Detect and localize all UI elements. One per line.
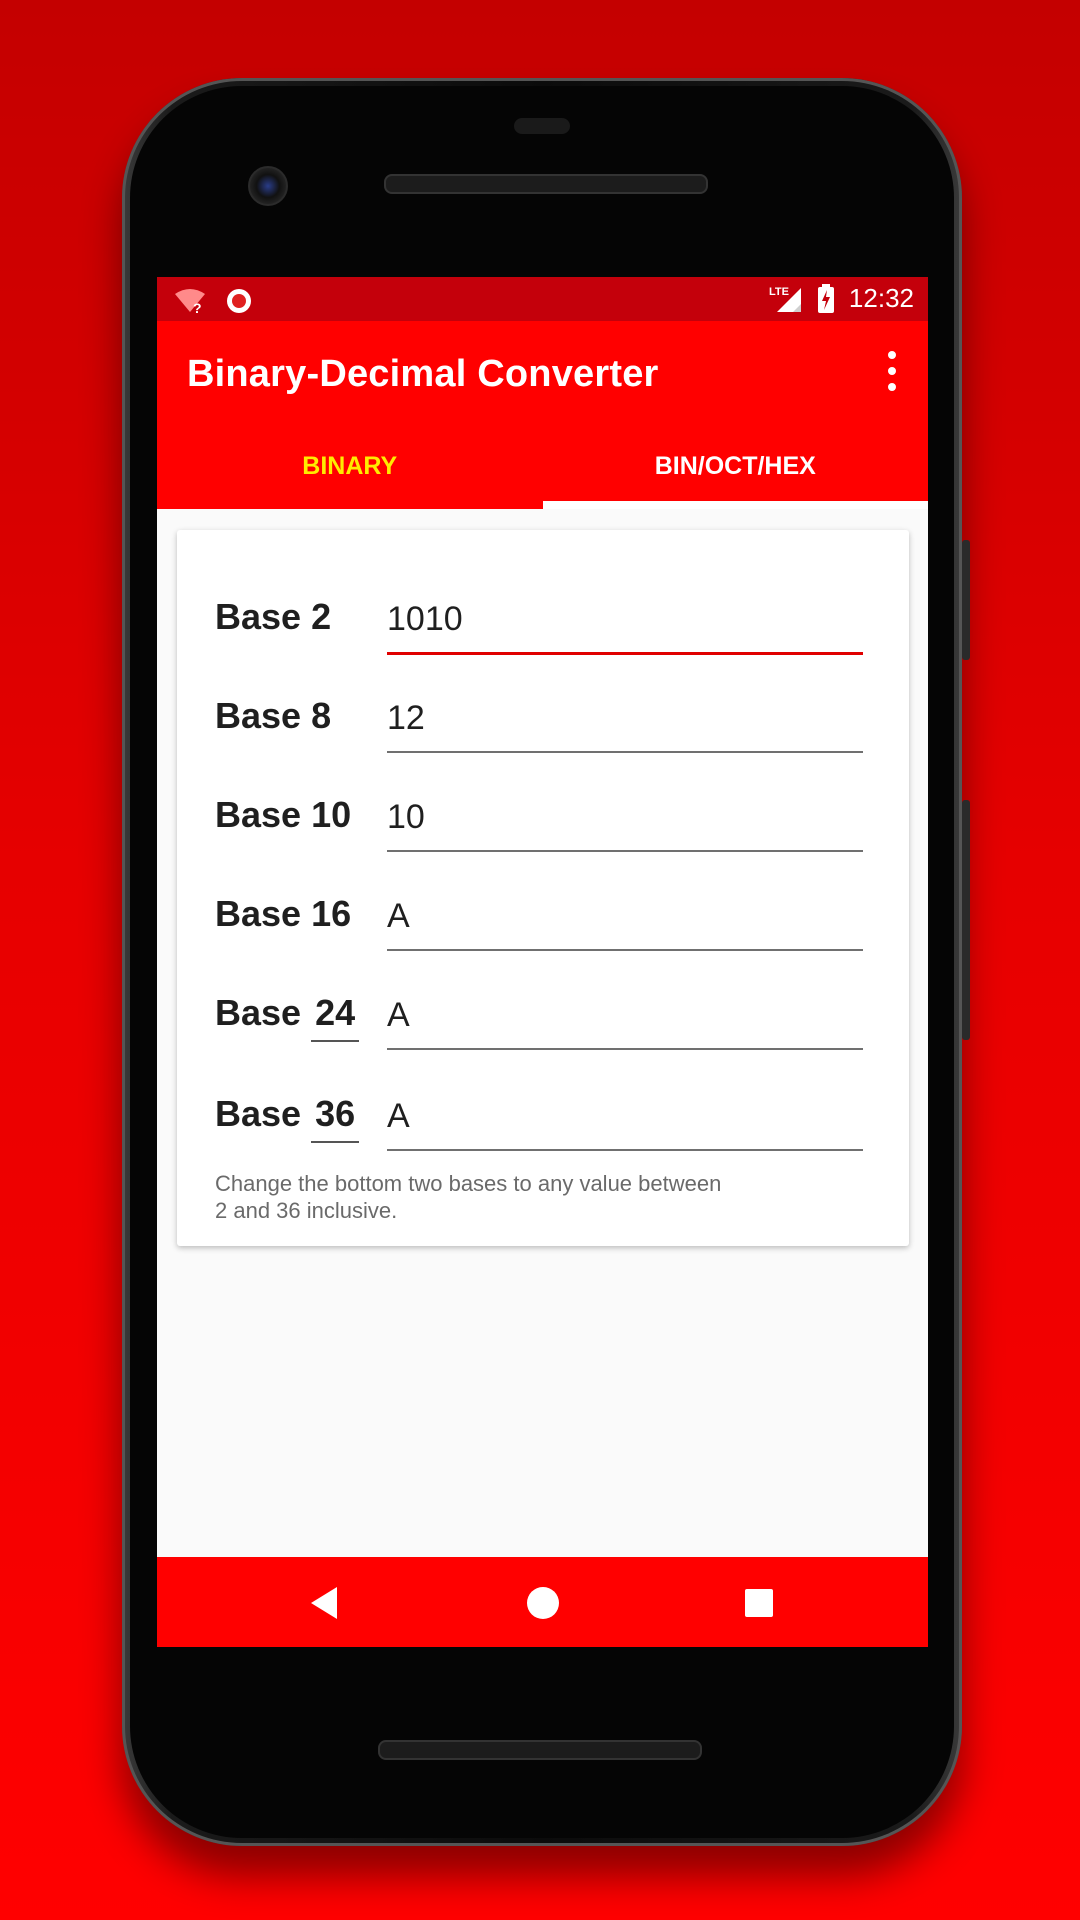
custom-base-2-row: Base 36 bbox=[215, 1071, 863, 1151]
svg-text:LTE: LTE bbox=[769, 286, 789, 298]
custom-base-1-input[interactable]: 24 bbox=[311, 992, 360, 1042]
proximity-sensor bbox=[514, 118, 570, 134]
base-16-row: Base 16 bbox=[215, 871, 863, 951]
custom-base-1-label: Base 24 bbox=[215, 992, 360, 1042]
back-icon[interactable] bbox=[311, 1587, 337, 1619]
custom-base-2-label: Base 36 bbox=[215, 1093, 360, 1143]
tab-bin-oct-hex[interactable]: BIN/OCT/HEX bbox=[542, 423, 929, 509]
recent-apps-icon[interactable] bbox=[745, 1589, 773, 1617]
custom-base-2-value-input[interactable] bbox=[387, 1089, 863, 1151]
base-2-input[interactable] bbox=[387, 592, 863, 655]
earpiece-speaker bbox=[384, 174, 708, 194]
navigation-bar bbox=[157, 1557, 928, 1647]
bottom-speaker bbox=[378, 1740, 702, 1760]
custom-base-2-input[interactable]: 36 bbox=[311, 1093, 360, 1143]
custom-base-1-row: Base 24 bbox=[215, 970, 863, 1050]
help-text: Change the bottom two bases to any value… bbox=[215, 1170, 775, 1224]
converter-card: Base2 Base8 Base10 Base16 Base24 bbox=[177, 530, 909, 1246]
battery-charging-icon bbox=[817, 283, 834, 313]
volume-button bbox=[962, 800, 970, 1040]
help-text-line-1: Change the bottom two bases to any value… bbox=[215, 1171, 722, 1196]
status-bar: ? LTE 12:32 bbox=[157, 277, 928, 321]
base-10-label: Base 10 bbox=[215, 794, 352, 835]
home-icon[interactable] bbox=[527, 1587, 559, 1619]
status-left-icons: ? bbox=[173, 287, 253, 315]
svg-text:?: ? bbox=[193, 300, 202, 314]
tab-binary[interactable]: BINARY bbox=[157, 423, 543, 509]
screen: ? LTE 12:32 Binary-Decimal Converter BIN… bbox=[157, 277, 928, 1647]
wifi-unknown-icon: ? bbox=[175, 289, 205, 314]
base-2-row: Base 2 bbox=[215, 574, 863, 655]
help-text-line-2: 2 and 36 inclusive. bbox=[215, 1198, 398, 1223]
app-title: Binary-Decimal Converter bbox=[187, 353, 659, 395]
base-10-row: Base 10 bbox=[215, 772, 863, 852]
power-button bbox=[962, 540, 970, 660]
base-8-row: Base 8 bbox=[215, 673, 863, 753]
status-time: 12:32 bbox=[848, 283, 914, 313]
status-right-icons: LTE 12:32 bbox=[769, 283, 914, 314]
base-8-label: Base 8 bbox=[215, 695, 332, 736]
overflow-menu-icon[interactable] bbox=[886, 351, 898, 391]
lte-signal-icon: LTE bbox=[769, 286, 801, 312]
base-10-input[interactable] bbox=[387, 790, 863, 852]
app-bar: Binary-Decimal Converter BINARY BIN/OCT/… bbox=[157, 321, 928, 509]
base-2-label: Base 2 bbox=[215, 596, 332, 637]
tab-bar: BINARY BIN/OCT/HEX bbox=[157, 423, 928, 509]
base-8-input[interactable] bbox=[387, 691, 863, 753]
record-icon bbox=[227, 289, 251, 313]
base-16-label: Base 16 bbox=[215, 893, 352, 934]
base-16-input[interactable] bbox=[387, 889, 863, 951]
front-camera bbox=[248, 166, 288, 206]
custom-base-1-value-input[interactable] bbox=[387, 988, 863, 1050]
